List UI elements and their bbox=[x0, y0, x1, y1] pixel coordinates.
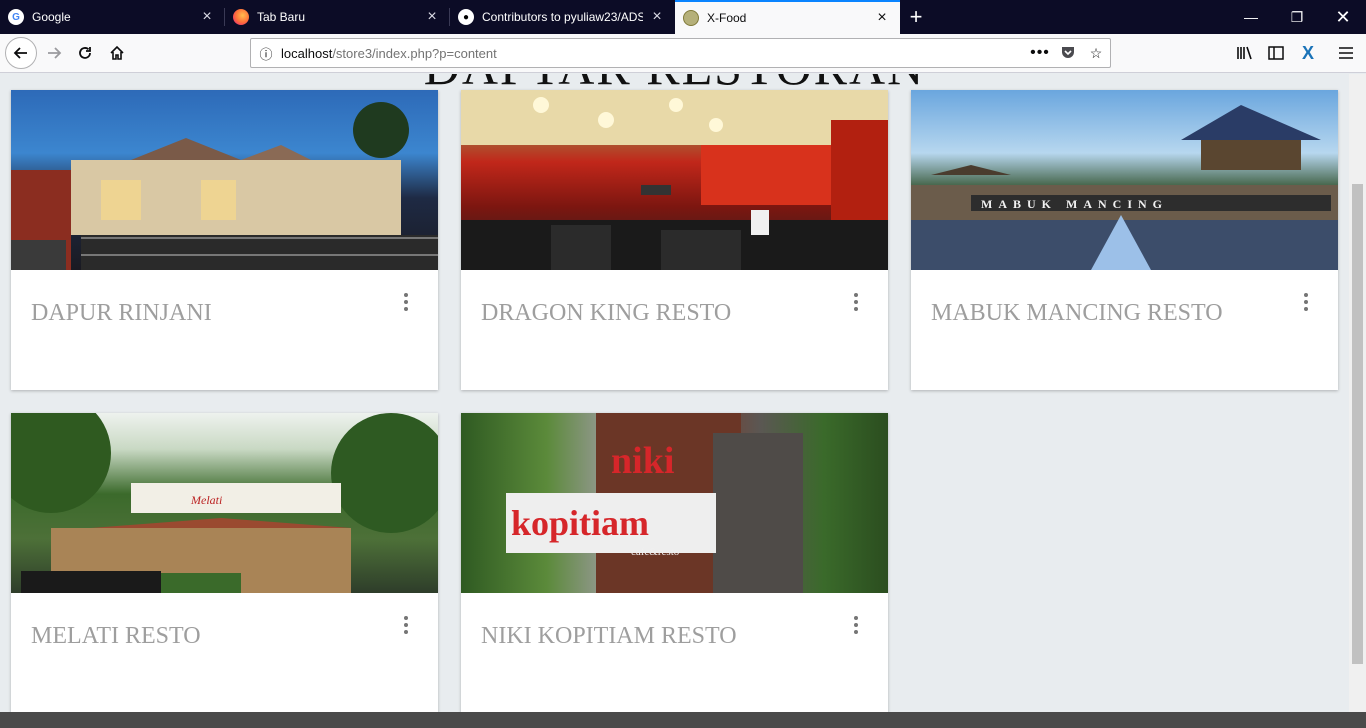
melati-photo[interactable]: Melati bbox=[11, 413, 438, 593]
dapur-rinjani-photo[interactable] bbox=[11, 90, 438, 270]
navigation-bar: ⓘ localhost/store3/index.php?p=content •… bbox=[0, 34, 1366, 73]
restaurant-name[interactable]: DAPUR RINJANI bbox=[31, 300, 212, 327]
restore-icon[interactable]: ❐ bbox=[1274, 0, 1320, 34]
close-tab-icon[interactable]: × bbox=[874, 9, 890, 27]
restaurant-name[interactable]: MELATI RESTO bbox=[31, 623, 201, 650]
xfood-icon bbox=[683, 10, 699, 26]
firefox-icon bbox=[233, 9, 249, 25]
close-tab-icon[interactable]: × bbox=[199, 8, 215, 26]
more-options-icon[interactable] bbox=[846, 613, 866, 637]
vertical-scrollbar[interactable] bbox=[1349, 74, 1366, 712]
page-content: DAFTAR RESTORAN DAPUR RINJANI bbox=[0, 74, 1349, 712]
more-options-icon[interactable] bbox=[396, 613, 416, 637]
minimize-icon[interactable]: — bbox=[1228, 0, 1274, 34]
github-icon: ● bbox=[458, 9, 474, 25]
tab-title: Google bbox=[32, 10, 71, 24]
tab-contributors[interactable]: ● Contributors to pyuliaw23/ADS × bbox=[450, 0, 675, 34]
dragon-king-photo[interactable] bbox=[461, 90, 888, 270]
home-icon bbox=[110, 45, 124, 60]
status-bar bbox=[0, 712, 1366, 728]
svg-text:MABUK MANCING: MABUK MANCING bbox=[981, 197, 1168, 211]
url-text[interactable]: localhost/store3/index.php?p=content bbox=[281, 46, 1026, 61]
restaurant-name[interactable]: DRAGON KING RESTO bbox=[481, 300, 731, 327]
url-path: /store3/index.php?p=content bbox=[332, 45, 497, 61]
bookmark-star-icon[interactable]: ☆ bbox=[1082, 45, 1110, 62]
restaurant-name[interactable]: NIKI KOPITIAM RESTO bbox=[481, 623, 737, 650]
close-tab-icon[interactable]: × bbox=[424, 8, 440, 26]
tab-x-food[interactable]: X-Food × bbox=[675, 0, 900, 34]
mabuk-mancing-photo[interactable]: MABUK MANCING bbox=[911, 90, 1338, 270]
more-options-icon[interactable] bbox=[846, 290, 866, 314]
close-tab-icon[interactable]: × bbox=[649, 8, 665, 26]
restaurant-card[interactable]: MABUK MANCING MABUK MANCING RESTO bbox=[911, 90, 1338, 390]
forward-button[interactable] bbox=[39, 38, 69, 68]
forward-arrow-icon bbox=[48, 47, 62, 59]
library-icon[interactable] bbox=[1230, 38, 1260, 68]
sidebar-icon[interactable] bbox=[1261, 38, 1291, 68]
tab-tab-baru[interactable]: Tab Baru × bbox=[225, 0, 450, 34]
restaurant-card[interactable]: DRAGON KING RESTO bbox=[461, 90, 888, 390]
niki-kopitiam-photo[interactable]: niki kopitiam cafe&resto bbox=[461, 413, 888, 593]
pocket-icon[interactable] bbox=[1054, 44, 1082, 63]
back-arrow-icon bbox=[13, 47, 27, 59]
close-window-icon[interactable]: ✕ bbox=[1320, 0, 1366, 34]
melati-sign: Melati bbox=[190, 493, 222, 507]
page-actions-icon[interactable]: ••• bbox=[1026, 44, 1054, 62]
extension-x-icon[interactable]: X bbox=[1293, 38, 1323, 68]
tab-google[interactable]: G Google × bbox=[0, 0, 225, 34]
restaurant-name[interactable]: MABUK MANCING RESTO bbox=[931, 300, 1223, 327]
restaurant-card[interactable]: niki kopitiam cafe&resto NIKI KOPITIAM R… bbox=[461, 413, 888, 712]
niki-sign: niki bbox=[611, 440, 674, 482]
cafe-resto-sign: cafe&resto bbox=[631, 546, 680, 558]
menu-icon[interactable] bbox=[1331, 38, 1361, 68]
tab-strip: G Google × Tab Baru × ● Contributors to … bbox=[0, 0, 1366, 34]
restaurant-card[interactable]: DAPUR RINJANI bbox=[11, 90, 438, 390]
tab-title: X-Food bbox=[707, 11, 747, 25]
new-tab-button[interactable]: + bbox=[900, 0, 932, 34]
reload-icon bbox=[79, 47, 91, 59]
google-icon: G bbox=[8, 9, 24, 25]
tab-title: Contributors to pyuliaw23/ADS bbox=[482, 10, 643, 24]
back-button[interactable] bbox=[5, 37, 37, 69]
more-options-icon[interactable] bbox=[1296, 290, 1316, 314]
more-options-icon[interactable] bbox=[396, 290, 416, 314]
scrollbar-thumb[interactable] bbox=[1352, 184, 1363, 664]
tab-title: Tab Baru bbox=[257, 10, 306, 24]
restaurant-card[interactable]: Melati MELATI RESTO bbox=[11, 413, 438, 712]
home-button[interactable] bbox=[102, 38, 132, 68]
url-bar[interactable]: ⓘ localhost/store3/index.php?p=content •… bbox=[250, 38, 1111, 68]
site-info-icon[interactable]: ⓘ bbox=[251, 44, 281, 63]
kopitiam-sign: kopitiam bbox=[511, 503, 649, 543]
url-host: localhost bbox=[281, 45, 333, 61]
reload-button[interactable] bbox=[70, 38, 100, 68]
